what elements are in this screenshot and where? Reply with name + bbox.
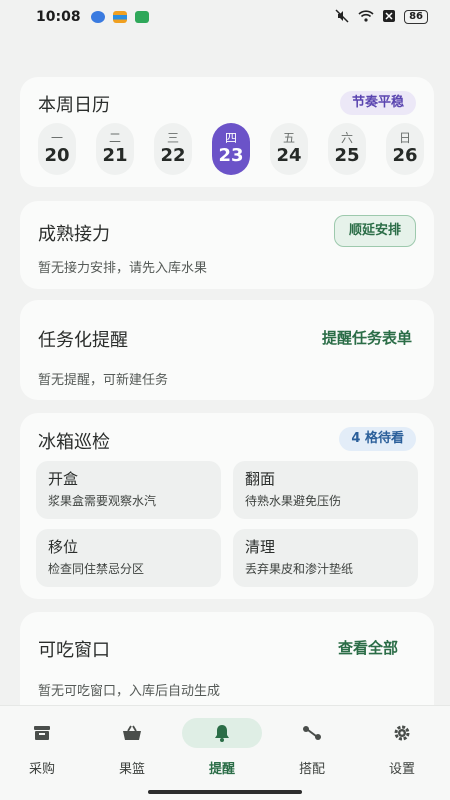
day-21[interactable]: 二 21	[96, 123, 134, 175]
day-23[interactable]: 四 23	[212, 123, 250, 175]
fridge-task-tile[interactable]: 翻面待熟水果避免压伤	[233, 461, 418, 519]
home-indicator[interactable]	[148, 790, 302, 794]
day-weekday: 一	[50, 131, 63, 145]
gear-icon	[362, 718, 442, 748]
day-weekday: 五	[282, 131, 295, 145]
day-weekday: 三	[166, 131, 179, 145]
eat-window-empty-text: 暂无可吃窗口，入库后自动生成	[38, 684, 221, 699]
nav-item-3[interactable]: 搭配	[272, 718, 352, 778]
app-notification-icon	[90, 11, 105, 23]
day-date: 26	[392, 145, 418, 166]
status-time: 10:08	[36, 9, 81, 25]
day-22[interactable]: 三 22	[154, 123, 192, 175]
archive-box-icon	[2, 718, 82, 748]
nav-label: 搭配	[298, 762, 325, 777]
mute-icon	[335, 8, 349, 26]
nav-label: 采购	[28, 762, 55, 777]
ripening-relay-empty-text: 暂无接力安排，请先入库水果	[38, 261, 208, 276]
day-25[interactable]: 六 25	[328, 123, 366, 175]
task-reminder-title: 任务化提醒	[38, 330, 128, 351]
postpone-button[interactable]: 顺延安排	[333, 215, 416, 247]
task-reminder-empty-text: 暂无提醒，可新建任务	[38, 373, 169, 388]
nav-item-0[interactable]: 采购	[2, 718, 82, 778]
pending-count-badge: 4 格待看	[339, 427, 416, 451]
day-weekday: 四	[224, 131, 237, 145]
basket-icon	[92, 718, 172, 748]
day-26[interactable]: 日 26	[386, 123, 424, 175]
tile-title: 翻面	[245, 470, 276, 488]
tile-title: 清理	[245, 538, 276, 556]
day-weekday: 日	[398, 131, 411, 145]
nav-label: 设置	[388, 762, 415, 777]
tile-title: 开盒	[48, 470, 79, 488]
tile-desc: 检查同住禁忌分区	[48, 562, 145, 576]
nav-item-2[interactable]: 提醒	[182, 718, 262, 778]
fridge-task-tile[interactable]: 清理丢弃果皮和渗汁垫纸	[233, 529, 418, 587]
rhythm-badge: 节奏平稳	[339, 91, 416, 115]
view-all-link[interactable]: 查看全部	[338, 636, 398, 660]
no-sim-icon	[383, 9, 396, 25]
ripening-relay-title: 成熟接力	[38, 224, 110, 245]
day-24[interactable]: 五 24	[270, 123, 308, 175]
tile-desc: 丢弃果皮和渗汁垫纸	[245, 562, 354, 576]
fridge-task-tile[interactable]: 开盒浆果盒需要观察水汽	[36, 461, 221, 519]
status-bar: 10:08 86	[0, 0, 450, 34]
day-date: 24	[276, 145, 302, 166]
fridge-check-card: 冰箱巡检 4 格待看 开盒 浆果盒需要观察水汽 翻面 待熟水果避免压伤 移位 检查同住禁忌…	[20, 413, 434, 599]
nav-item-1[interactable]: 果篮	[92, 718, 172, 778]
connect-icon	[272, 718, 352, 748]
task-reminder-card: 任务化提醒 提醒任务表单 暂无提醒，可新建任务	[20, 300, 434, 400]
week-days: 一 20 二 21 三 22 四 23 五 24 六 25 日 26	[38, 123, 424, 175]
reminder-form-link[interactable]: 提醒任务表单	[322, 326, 412, 350]
wifi-icon	[358, 9, 374, 25]
bell-icon	[182, 718, 262, 748]
tile-desc: 待熟水果避免压伤	[245, 494, 342, 508]
app-notification-icon	[134, 11, 149, 23]
day-date: 25	[334, 145, 360, 166]
day-weekday: 二	[108, 131, 121, 145]
nav-label: 提醒	[208, 762, 235, 777]
nav-label: 果篮	[118, 762, 145, 777]
tile-desc: 浆果盒需要观察水汽	[48, 494, 157, 508]
fridge-task-grid: 开盒 浆果盒需要观察水汽 翻面 待熟水果避免压伤 移位 检查同住禁忌分区 清理 丢弃果皮和渗汁…	[36, 461, 418, 587]
app-notification-icon	[112, 11, 127, 23]
day-date: 21	[102, 145, 128, 166]
day-date: 20	[44, 145, 70, 166]
day-weekday: 六	[340, 131, 353, 145]
day-20[interactable]: 一 20	[38, 123, 76, 175]
battery-indicator: 86	[404, 10, 428, 24]
nav-item-4[interactable]: 设置	[362, 718, 442, 778]
eat-window-title: 可吃窗口	[38, 640, 110, 661]
bottom-navigation: 采购 果篮 提醒 搭配 设置	[0, 705, 450, 800]
tile-title: 移位	[48, 538, 79, 556]
day-date: 22	[160, 145, 186, 166]
ripening-relay-card: 成熟接力 顺延安排 暂无接力安排，请先入库水果	[20, 201, 434, 289]
day-date: 23	[218, 145, 244, 166]
fridge-task-tile[interactable]: 移位检查同住禁忌分区	[36, 529, 221, 587]
week-calendar-title: 本周日历	[38, 95, 110, 116]
week-calendar-card: 本周日历 节奏平稳 一 20 二 21 三 22 四 23 五 24 六 25 日 26	[20, 77, 434, 187]
fridge-check-title: 冰箱巡检	[38, 432, 110, 453]
